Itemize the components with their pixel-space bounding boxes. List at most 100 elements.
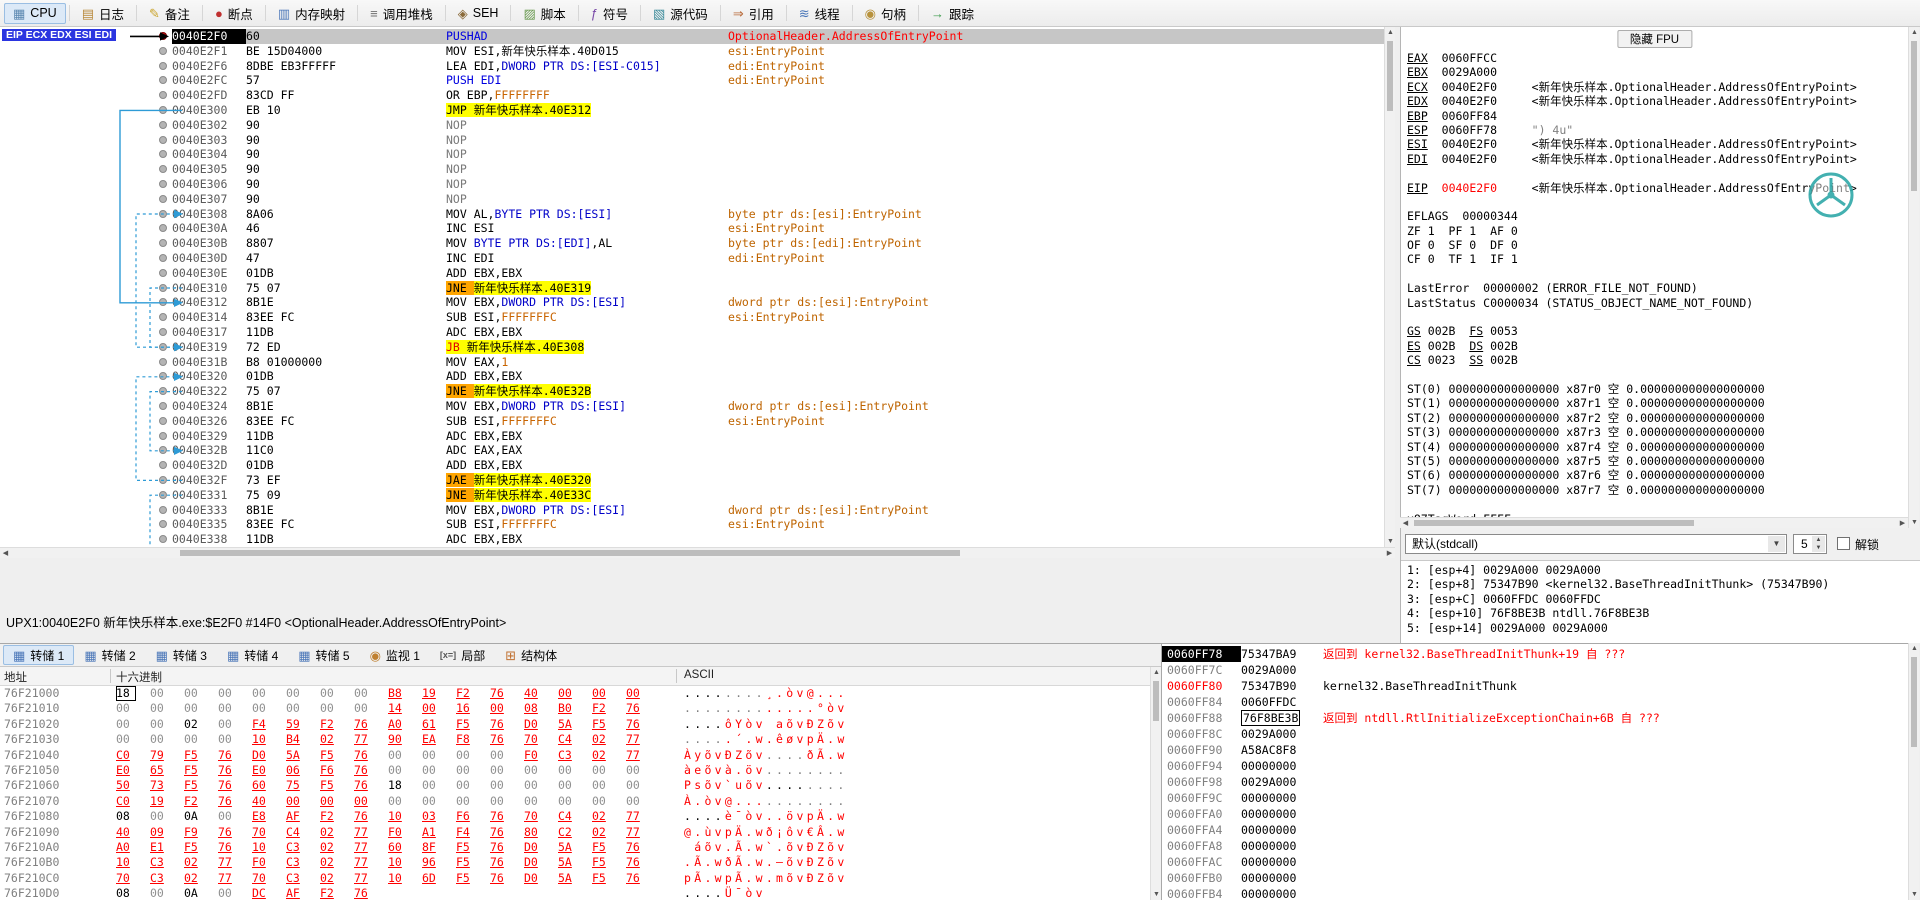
dump-byte[interactable]: 77 bbox=[354, 855, 388, 870]
register-line[interactable] bbox=[1407, 368, 1906, 382]
dump-byte[interactable]: 00 bbox=[558, 794, 592, 809]
disasm-row[interactable]: 0040E2F060PUSHADOptionalHeader.AddressOf… bbox=[0, 29, 1394, 44]
scrollbar-thumb[interactable] bbox=[1911, 41, 1917, 191]
tab-dump-2[interactable]: ▦转储 2 bbox=[74, 645, 145, 665]
dump-byte[interactable]: F2 bbox=[320, 809, 354, 824]
dump-byte[interactable]: F2 bbox=[320, 717, 354, 732]
disassembly-hscrollbar[interactable]: ◀ ▶ bbox=[0, 547, 1395, 558]
dump-byte[interactable]: 00 bbox=[354, 794, 388, 809]
stack-row[interactable]: 0060FFA400000000 bbox=[1162, 822, 1908, 838]
dump-byte[interactable]: 00 bbox=[456, 763, 490, 778]
dump-byte[interactable]: 76 bbox=[626, 717, 660, 732]
breakpoint-dot[interactable] bbox=[159, 402, 167, 410]
disasm-row[interactable]: 0040E32275 07JNE 新年快乐样本.40E32B bbox=[0, 384, 1394, 399]
dump-ascii[interactable]: pÃ.wpÃ.w.mõvÐZõv bbox=[684, 871, 848, 886]
tab-script[interactable]: ▨脚本 bbox=[514, 3, 574, 24]
dump-byte[interactable]: 03 bbox=[422, 809, 456, 824]
dump-byte[interactable]: D0 bbox=[524, 717, 558, 732]
scroll-up-icon[interactable]: ▲ bbox=[1909, 27, 1920, 38]
dump-byte[interactable]: 00 bbox=[490, 778, 524, 793]
dump-byte[interactable]: 00 bbox=[388, 748, 422, 763]
breakpoint-gutter[interactable] bbox=[0, 384, 172, 399]
tab-dump-4[interactable]: ▦转储 4 bbox=[217, 645, 288, 665]
dump-byte[interactable]: 00 bbox=[116, 717, 150, 732]
breakpoint-gutter[interactable] bbox=[0, 488, 172, 503]
dump-byte[interactable]: 5A bbox=[558, 717, 592, 732]
disasm-row[interactable]: 0040E31972 EDJB 新年快乐样本.40E308 bbox=[0, 340, 1394, 355]
dump-byte[interactable]: 40 bbox=[252, 794, 286, 809]
dump-byte[interactable]: 00 bbox=[218, 701, 252, 716]
breakpoint-gutter[interactable] bbox=[0, 133, 172, 148]
dump-byte[interactable]: 00 bbox=[422, 763, 456, 778]
register-name[interactable]: CS bbox=[1407, 353, 1421, 367]
tab-locals[interactable]: [x=]局部 bbox=[430, 645, 495, 665]
dump-byte[interactable]: 00 bbox=[116, 732, 150, 747]
dump-byte[interactable]: C3 bbox=[286, 855, 320, 870]
disassembly-pane[interactable]: EIP ECX EDX ESI EDI 0040E2F060PUSHADOpti… bbox=[0, 27, 1395, 547]
dump-byte[interactable]: 00 bbox=[354, 686, 388, 701]
dump-row[interactable]: 76F2108008000A00E8AFF2761003F67670C40277… bbox=[0, 809, 1150, 824]
stack-row[interactable]: 0060FF8876F8BE3B返回到 ntdll.RtlInitializeE… bbox=[1162, 710, 1908, 726]
dump-ascii[interactable]: .Ã.wðÃ.w.–õvÐZõv bbox=[684, 855, 848, 870]
breakpoint-dot[interactable] bbox=[159, 91, 167, 99]
breakpoint-gutter[interactable] bbox=[0, 473, 172, 488]
register-name[interactable]: ECX bbox=[1407, 80, 1428, 94]
dump-byte[interactable]: F0 bbox=[388, 825, 422, 840]
breakpoint-gutter[interactable] bbox=[0, 236, 172, 251]
dump-byte[interactable]: F5 bbox=[184, 748, 218, 763]
register-name[interactable]: ESI bbox=[1407, 137, 1428, 151]
dump-row[interactable]: 76F21040C079F576D05AF57600000000F0C30277… bbox=[0, 748, 1150, 763]
dump-byte[interactable]: 00 bbox=[218, 886, 252, 900]
dump-byte[interactable]: 08 bbox=[116, 886, 150, 900]
dump-ascii[interactable]: àeõvà.öv........ bbox=[684, 763, 848, 778]
dump-byte[interactable]: 00 bbox=[116, 701, 150, 716]
breakpoint-dot[interactable] bbox=[159, 461, 167, 469]
dump-byte[interactable]: AF bbox=[286, 886, 320, 900]
tab-memory-map[interactable]: ▥内存映射 bbox=[269, 3, 354, 24]
disasm-row[interactable]: 0040E3338B1EMOV EBX,DWORD PTR DS:[ESI]dw… bbox=[0, 503, 1394, 518]
dump-byte[interactable]: 00 bbox=[320, 686, 354, 701]
dump-byte[interactable]: 14 bbox=[388, 701, 422, 716]
breakpoint-gutter[interactable] bbox=[0, 266, 172, 281]
column-separator[interactable] bbox=[110, 669, 111, 683]
disasm-row[interactable]: 0040E30690NOP bbox=[0, 177, 1394, 192]
disasm-row[interactable]: 0040E30390NOP bbox=[0, 133, 1394, 148]
dump-hex-bytes[interactable]: 70C3027770C30277106DF576D05AF576 bbox=[116, 871, 660, 886]
breakpoint-gutter[interactable] bbox=[0, 192, 172, 207]
dump-byte[interactable]: 77 bbox=[626, 732, 660, 747]
dump-byte[interactable]: F5 bbox=[592, 717, 626, 732]
tab-threads[interactable]: ≋线程 bbox=[790, 3, 849, 24]
dump-byte[interactable]: 76 bbox=[354, 763, 388, 778]
breakpoint-dot[interactable] bbox=[159, 506, 167, 514]
tab-log[interactable]: ▤日志 bbox=[73, 3, 133, 24]
dump-byte[interactable]: 6D bbox=[422, 871, 456, 886]
dump-byte[interactable]: 00 bbox=[626, 794, 660, 809]
dump-hex-bytes[interactable]: A0E1F57610C30277608FF576D05AF576 bbox=[116, 840, 660, 855]
dump-byte[interactable]: F6 bbox=[320, 763, 354, 778]
dump-byte[interactable]: F5 bbox=[320, 748, 354, 763]
column-separator[interactable] bbox=[676, 669, 677, 683]
disasm-row[interactable]: 0040E3128B1EMOV EBX,DWORD PTR DS:[ESI]dw… bbox=[0, 295, 1394, 310]
breakpoint-dot[interactable] bbox=[159, 432, 167, 440]
dump-byte[interactable]: F5 bbox=[456, 855, 490, 870]
tab-dump-1[interactable]: ▦转储 1 bbox=[3, 645, 74, 665]
breakpoint-dot[interactable] bbox=[159, 372, 167, 380]
argument-row[interactable]: 2: [esp+8] 75347B90 <kernel32.BaseThread… bbox=[1407, 577, 1920, 591]
dump-byte[interactable]: AF bbox=[286, 809, 320, 824]
register-name[interactable]: GS bbox=[1407, 324, 1421, 338]
breakpoint-dot[interactable] bbox=[159, 76, 167, 84]
scrollbar-thumb[interactable] bbox=[180, 550, 960, 556]
stack-row[interactable]: 0060FF7875347BA9返回到 kernel32.BaseThreadI… bbox=[1162, 646, 1908, 662]
breakpoint-dot[interactable] bbox=[159, 284, 167, 292]
dump-ascii[interactable]: .....´.w.êøvpÄ.w bbox=[684, 732, 848, 747]
register-line[interactable]: ST(2) 0000000000000000 x87r2 空 0.0000000… bbox=[1407, 411, 1906, 425]
disasm-row[interactable]: 0040E30E01DBADD EBX,EBX bbox=[0, 266, 1394, 281]
dump-ascii[interactable]: ÀyõvÐZõv....ðÃ.w bbox=[684, 748, 848, 763]
hide-fpu-button[interactable]: 隐藏 FPU bbox=[1617, 30, 1692, 48]
dump-byte[interactable]: 40 bbox=[524, 686, 558, 701]
argument-row[interactable]: 1: [esp+4] 0029A000 0029A000 bbox=[1407, 563, 1920, 577]
register-line[interactable] bbox=[1407, 310, 1906, 324]
dump-byte[interactable]: 00 bbox=[626, 686, 660, 701]
scrollbar-thumb[interactable] bbox=[1387, 41, 1393, 111]
breakpoint-dot[interactable] bbox=[159, 62, 167, 70]
